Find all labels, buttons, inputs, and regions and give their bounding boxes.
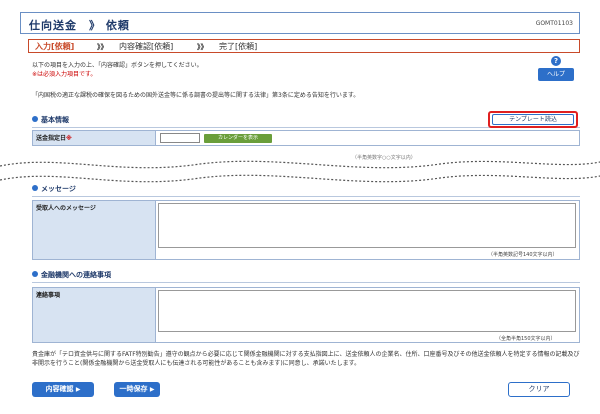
required-note: ※は必須入力項目です。 bbox=[32, 69, 96, 78]
required-mark-note: ※は必須入力項目です。 bbox=[32, 71, 97, 78]
contact-limit-note: （全角半角150文字以内） bbox=[496, 336, 556, 342]
section-bullet-icon bbox=[32, 185, 38, 191]
step-complete: 完了[依頼] bbox=[219, 42, 258, 51]
section-title: 基本情報 bbox=[41, 116, 69, 124]
instruction-text: 以下の項目を入力の上、「内容確認」ボタンを押してください。 bbox=[32, 62, 203, 69]
section-bullet-icon bbox=[32, 116, 38, 122]
step-indicator: 入力[依頼] 》》 内容確認[依頼] 》》 完了[依頼] bbox=[28, 39, 580, 53]
step-separator-icon: 》》 bbox=[197, 43, 208, 51]
contact-label: 連絡事項 bbox=[32, 287, 156, 343]
template-load-button[interactable]: テンプレート読込 bbox=[492, 114, 574, 125]
law-notice: 「内国税の適正な課税の確保を図るための国外送金等に係る調書の提出等に関する法律」… bbox=[32, 92, 360, 99]
message-label: 受取人へのメッセージ bbox=[32, 200, 156, 260]
required-mark: ※ bbox=[66, 135, 72, 142]
screen-id: GOMT01103 bbox=[535, 20, 573, 27]
divider bbox=[32, 282, 580, 283]
section-bullet-icon bbox=[32, 271, 38, 277]
save-draft-button[interactable]: 一時保存 ▶ bbox=[114, 382, 160, 397]
calendar-button[interactable]: カレンダーを表示 bbox=[204, 134, 272, 143]
section-basic-info: 基本情報 bbox=[32, 115, 69, 125]
arrow-right-icon: ▶ bbox=[149, 386, 155, 393]
fatf-disclaimer: 貴金庫が「テロ資金供与に関するFATF特別勧告」遵守の観点から必要に応じて関係金… bbox=[32, 351, 580, 367]
step-separator-icon: 》》 bbox=[97, 43, 108, 51]
step-confirm: 内容確認[依頼] bbox=[119, 42, 174, 51]
contact-textarea[interactable] bbox=[158, 290, 576, 332]
message-limit-note: （半角英数記号140文字以内） bbox=[488, 252, 558, 258]
date-input[interactable] bbox=[160, 133, 200, 143]
page-title: 仕向送金 》 依頼 bbox=[29, 19, 130, 32]
step-input: 入力[依頼] bbox=[35, 42, 75, 51]
section-message: メッセージ bbox=[32, 184, 76, 194]
omission-wave bbox=[0, 160, 600, 183]
confirm-button[interactable]: 内容確認 ▶ bbox=[32, 382, 94, 397]
divider bbox=[32, 196, 580, 197]
page-title-bar: 仕向送金 》 依頼 GOMT01103 bbox=[20, 12, 580, 34]
clear-button[interactable]: クリア bbox=[508, 382, 570, 397]
date-label: 送金指定日※ bbox=[32, 130, 156, 146]
section-title: 金融機関への連絡事項 bbox=[41, 271, 111, 279]
section-contact: 金融機関への連絡事項 bbox=[32, 270, 111, 280]
arrow-right-icon: ▶ bbox=[75, 386, 81, 393]
help-button[interactable]: ヘルプ bbox=[538, 68, 574, 81]
help-group: ? ヘルプ bbox=[538, 56, 574, 82]
message-textarea[interactable] bbox=[158, 203, 576, 248]
section-title: メッセージ bbox=[41, 185, 76, 193]
help-question-icon[interactable]: ? bbox=[551, 56, 561, 66]
